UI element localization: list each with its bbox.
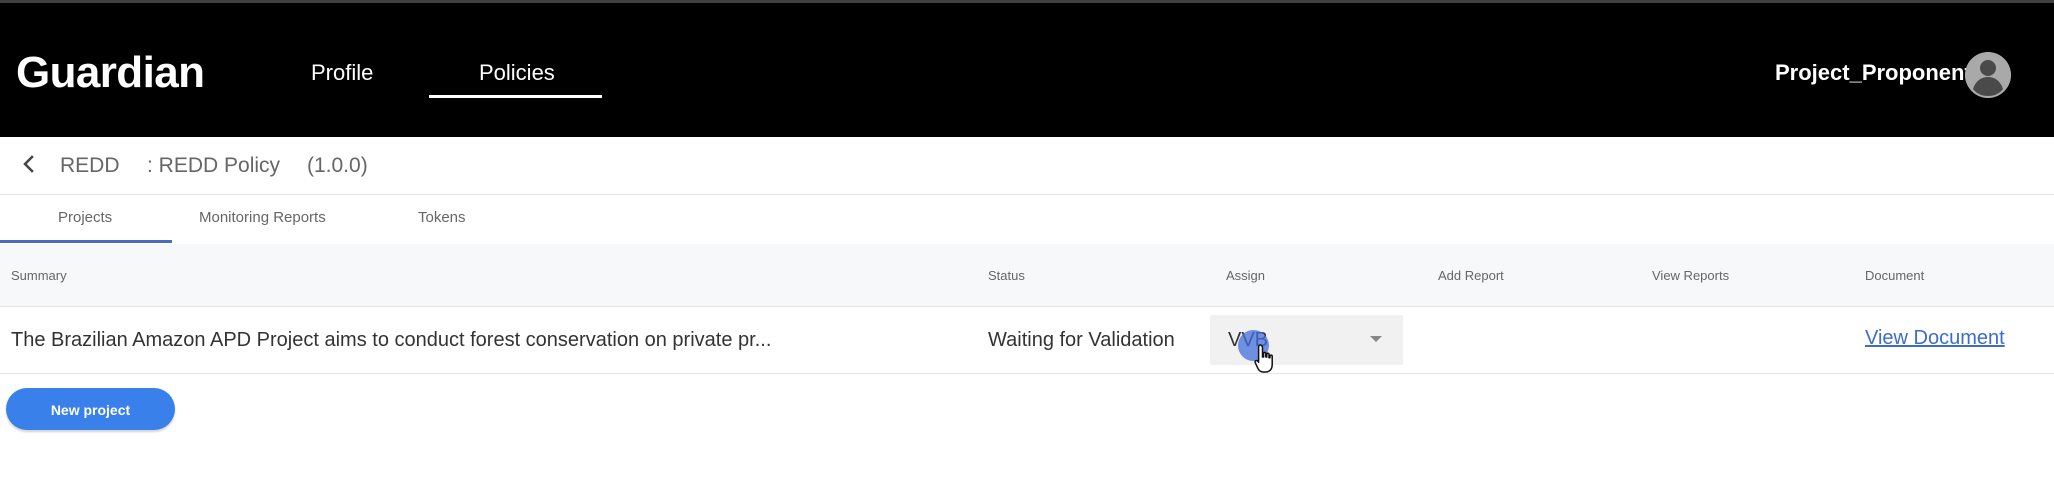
assign-column-header: Assign [1226,268,1266,283]
view-document-link[interactable]: View Document [1865,326,2005,350]
view-reports-column-header: View Reports [1652,268,1730,283]
top-navigation-bar: Guardian Profile Policies Project_Propon… [0,0,2054,137]
assign-selected-value: VVB [1228,329,1269,351]
policy-version: (1.0.0) [307,154,368,177]
status-column-header: Status [988,268,1025,283]
policy-tabs: Projects Monitoring Reports Tokens [0,195,2054,244]
project-status: Waiting for Validation [988,329,1175,351]
policy-breadcrumb-bar: REDD : REDD Policy (1.0.0) [0,137,2054,195]
add-report-column-header: Add Report [1438,268,1504,283]
tab-projects[interactable]: Projects [58,208,112,228]
table-header: Summary Status Assign Add Report View Re… [0,244,2054,307]
guardian-logo: Guardian [16,48,205,97]
project-summary: The Brazilian Amazon APD Project aims to… [11,329,772,351]
dropdown-arrow-icon [1370,336,1382,342]
projects-table: Summary Status Assign Add Report View Re… [0,244,2054,374]
current-user-name[interactable]: Project_Proponent [1775,59,1972,87]
account-circle-icon[interactable] [1965,52,2011,98]
nav-policies-link[interactable]: Policies [479,59,555,87]
table-row: The Brazilian Amazon APD Project aims to… [0,307,2054,374]
document-column-header: Document [1865,268,1925,283]
new-project-button[interactable]: New project [6,388,175,430]
policy-name: REDD [60,154,120,177]
summary-column-header: Summary [11,268,67,283]
tab-monitoring-reports[interactable]: Monitoring Reports [199,208,326,228]
tab-tokens[interactable]: Tokens [418,208,466,228]
nav-profile-link[interactable]: Profile [311,59,373,87]
assign-vvb-select[interactable]: VVB [1210,315,1403,365]
active-tab-indicator [0,240,172,243]
policy-description: : REDD Policy [147,154,281,177]
chevron-left-icon[interactable] [18,152,40,176]
active-nav-indicator [429,95,602,98]
